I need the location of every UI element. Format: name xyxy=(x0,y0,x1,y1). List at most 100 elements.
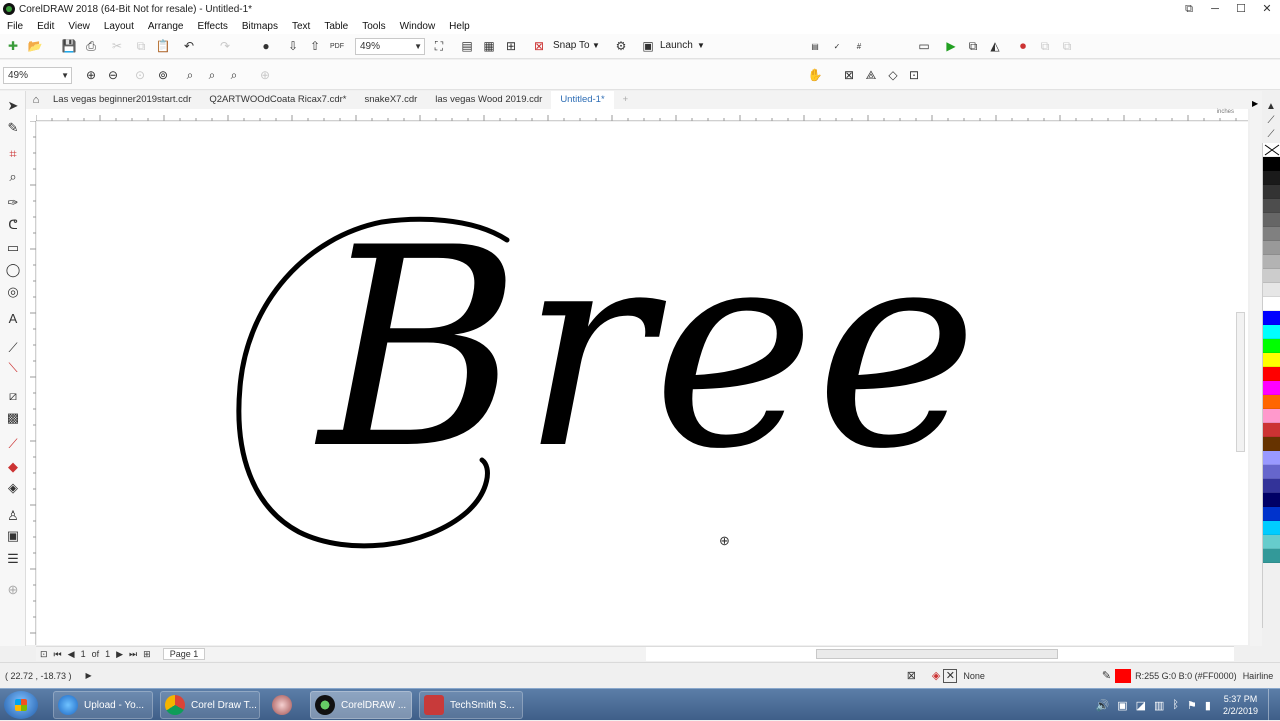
chevron-right-icon[interactable]: ▶ xyxy=(1252,99,1258,108)
snap-to-label[interactable]: Snap To xyxy=(553,37,590,55)
outline-pen-icon[interactable]: ♙ xyxy=(4,507,22,525)
customize-toolbox-icon[interactable]: ☰ xyxy=(4,550,22,568)
first-page-icon[interactable]: ⏮ xyxy=(54,649,62,660)
horizontal-scrollbar[interactable] xyxy=(646,646,1234,661)
snap-off-icon[interactable]: ⊠ xyxy=(530,37,548,55)
palette-swatch[interactable] xyxy=(1263,325,1280,339)
print-icon[interactable]: ⎙ xyxy=(82,37,100,55)
palette-swatch[interactable] xyxy=(1263,199,1280,213)
spell-check-icon[interactable]: ✓ xyxy=(828,37,846,55)
full-screen-icon[interactable]: ⛶ xyxy=(430,37,448,55)
cut-icon[interactable]: ✂ xyxy=(108,37,126,55)
connector-tool-icon[interactable]: ⟍ xyxy=(4,359,22,377)
palette-swatch[interactable] xyxy=(1263,283,1280,297)
undo-icon[interactable]: ↶ xyxy=(180,37,198,55)
show-guidelines-icon[interactable]: ⊞ xyxy=(502,37,520,55)
zoom-page-height-icon[interactable]: ⌕ xyxy=(225,66,243,84)
edit-macro-icon[interactable]: ◭ xyxy=(986,37,1004,55)
palette-menu-icon[interactable]: ⟋ xyxy=(1262,128,1280,142)
show-desktop-button[interactable] xyxy=(1268,689,1280,721)
palette-swatch[interactable] xyxy=(1263,451,1280,465)
tab-untitled-1[interactable]: Untitled-1* xyxy=(551,91,614,109)
palette-swatch[interactable] xyxy=(1263,185,1280,199)
zoom-page-width-icon[interactable]: ⌕ xyxy=(203,66,221,84)
menu-tools[interactable]: Tools xyxy=(355,21,392,32)
palette-swatch[interactable] xyxy=(1263,423,1280,437)
add-tab-icon[interactable]: + xyxy=(614,91,638,109)
show-rulers-icon[interactable]: ▤ xyxy=(458,37,476,55)
eyedropper-tool-icon[interactable]: ⟋ xyxy=(4,435,22,453)
stop-macro-icon[interactable]: ⧉ xyxy=(1058,37,1076,55)
palette-swatch[interactable] xyxy=(1263,213,1280,227)
shape-tool-icon[interactable]: ✎ xyxy=(4,119,22,137)
action-center-icon[interactable]: ⚑ xyxy=(1187,699,1197,712)
menu-layout[interactable]: Layout xyxy=(97,21,141,32)
restore-help-icon[interactable]: ⧉ xyxy=(1176,0,1202,18)
palette-swatch[interactable] xyxy=(1263,381,1280,395)
smart-fill-tool-icon[interactable]: ◈ xyxy=(4,479,22,497)
palette-swatch[interactable] xyxy=(1263,171,1280,185)
pause-macro-icon[interactable]: ⧉ xyxy=(1036,37,1054,55)
zoom-tool-icon[interactable]: ⌕ xyxy=(4,168,22,186)
pdf-tray-icon[interactable]: ◪ xyxy=(1136,699,1146,712)
tab-las-vegas-wood[interactable]: las vegas Wood 2019.cdr xyxy=(426,91,551,109)
text-align-icon[interactable]: ▤ xyxy=(806,37,824,55)
zoom-all-objects-icon[interactable]: ⊚ xyxy=(154,66,172,84)
interactive-fill-tool-icon[interactable]: ◆ xyxy=(4,458,22,476)
zoom-in-icon[interactable]: ⊕ xyxy=(82,66,100,84)
rectangle-tool-icon[interactable]: ▭ xyxy=(4,239,22,257)
menu-arrange[interactable]: Arrange xyxy=(141,21,191,32)
horizontal-scroll-thumb[interactable] xyxy=(816,649,1058,659)
show-grid-icon[interactable]: ▦ xyxy=(480,37,498,55)
palette-swatch[interactable] xyxy=(1263,395,1280,409)
paste-icon[interactable]: 📋 xyxy=(154,37,172,55)
menu-bitmaps[interactable]: Bitmaps xyxy=(235,21,285,32)
export-icon[interactable]: ⇧ xyxy=(306,37,324,55)
tab-q2artwood[interactable]: Q2ARTWOOdCoata Ricax7.cdr* xyxy=(200,91,355,109)
play-icon[interactable]: ▶ xyxy=(86,671,92,680)
maximize-button[interactable]: ☐ xyxy=(1228,0,1254,18)
color-proof-icon[interactable]: ⊠ xyxy=(907,669,916,682)
add-page-icon[interactable]: ⊞ xyxy=(143,649,151,660)
palette-swatch[interactable] xyxy=(1263,521,1280,535)
taskbar-upload-youtube[interactable]: Upload - Yo... xyxy=(53,691,153,719)
palette-swatch[interactable] xyxy=(1263,255,1280,269)
page-1-tab[interactable]: Page 1 xyxy=(162,648,206,660)
macro-editor-icon[interactable]: ⧉ xyxy=(964,37,982,55)
last-page-icon[interactable]: ⏭ xyxy=(129,649,137,660)
chevron-down-icon[interactable]: ▼ xyxy=(592,37,600,55)
interactive-tool-icon[interactable]: ⧄ xyxy=(4,387,22,405)
color-palette[interactable] xyxy=(1262,143,1280,628)
palette-swatch[interactable] xyxy=(1263,507,1280,521)
align-distribute-icon[interactable]: ⊡ xyxy=(905,66,923,84)
text-tool-icon[interactable]: A xyxy=(4,309,22,327)
chevron-down-icon[interactable]: ▼ xyxy=(697,37,705,55)
taskbar-corel-draw-tips[interactable]: Corel Draw T... xyxy=(160,691,260,719)
eyedropper-icon[interactable]: ⟋ xyxy=(1262,114,1280,128)
power-icon[interactable]: ▮ xyxy=(1205,699,1211,712)
palette-swatch[interactable] xyxy=(1263,241,1280,255)
previous-page-icon[interactable]: ◀ xyxy=(68,649,75,660)
menu-edit[interactable]: Edit xyxy=(30,21,61,32)
object-properties-icon[interactable]: ⊠ xyxy=(840,66,858,84)
menu-view[interactable]: View xyxy=(61,21,97,32)
palette-swatch[interactable] xyxy=(1263,535,1280,549)
palette-swatch[interactable] xyxy=(1263,493,1280,507)
menu-effects[interactable]: Effects xyxy=(190,21,234,32)
taskbar-pinned-app[interactable] xyxy=(267,691,303,719)
options-gear-icon[interactable]: ⚙ xyxy=(612,37,630,55)
add-preset-icon[interactable]: ⊕ xyxy=(256,66,274,84)
palette-swatch[interactable] xyxy=(1263,409,1280,423)
palette-swatch[interactable] xyxy=(1263,339,1280,353)
vertical-scrollbar[interactable] xyxy=(1233,122,1248,645)
vertical-scroll-thumb[interactable] xyxy=(1236,312,1245,452)
new-document-icon[interactable]: ✚ xyxy=(4,37,22,55)
hand-pan-icon[interactable]: ✋ xyxy=(806,66,824,84)
close-button[interactable]: ✕ xyxy=(1254,0,1280,18)
palette-swatch[interactable] xyxy=(1263,465,1280,479)
redo-icon[interactable]: ↷ xyxy=(216,37,234,55)
outline-pen-status-icon[interactable]: ✎ xyxy=(1102,669,1111,682)
zoom-page-icon[interactable]: ⌕ xyxy=(181,66,199,84)
tab-las-vegas-beginner[interactable]: Las vegas beginner2019start.cdr xyxy=(44,91,200,109)
launch-app-icon[interactable]: ▣ xyxy=(639,37,657,55)
